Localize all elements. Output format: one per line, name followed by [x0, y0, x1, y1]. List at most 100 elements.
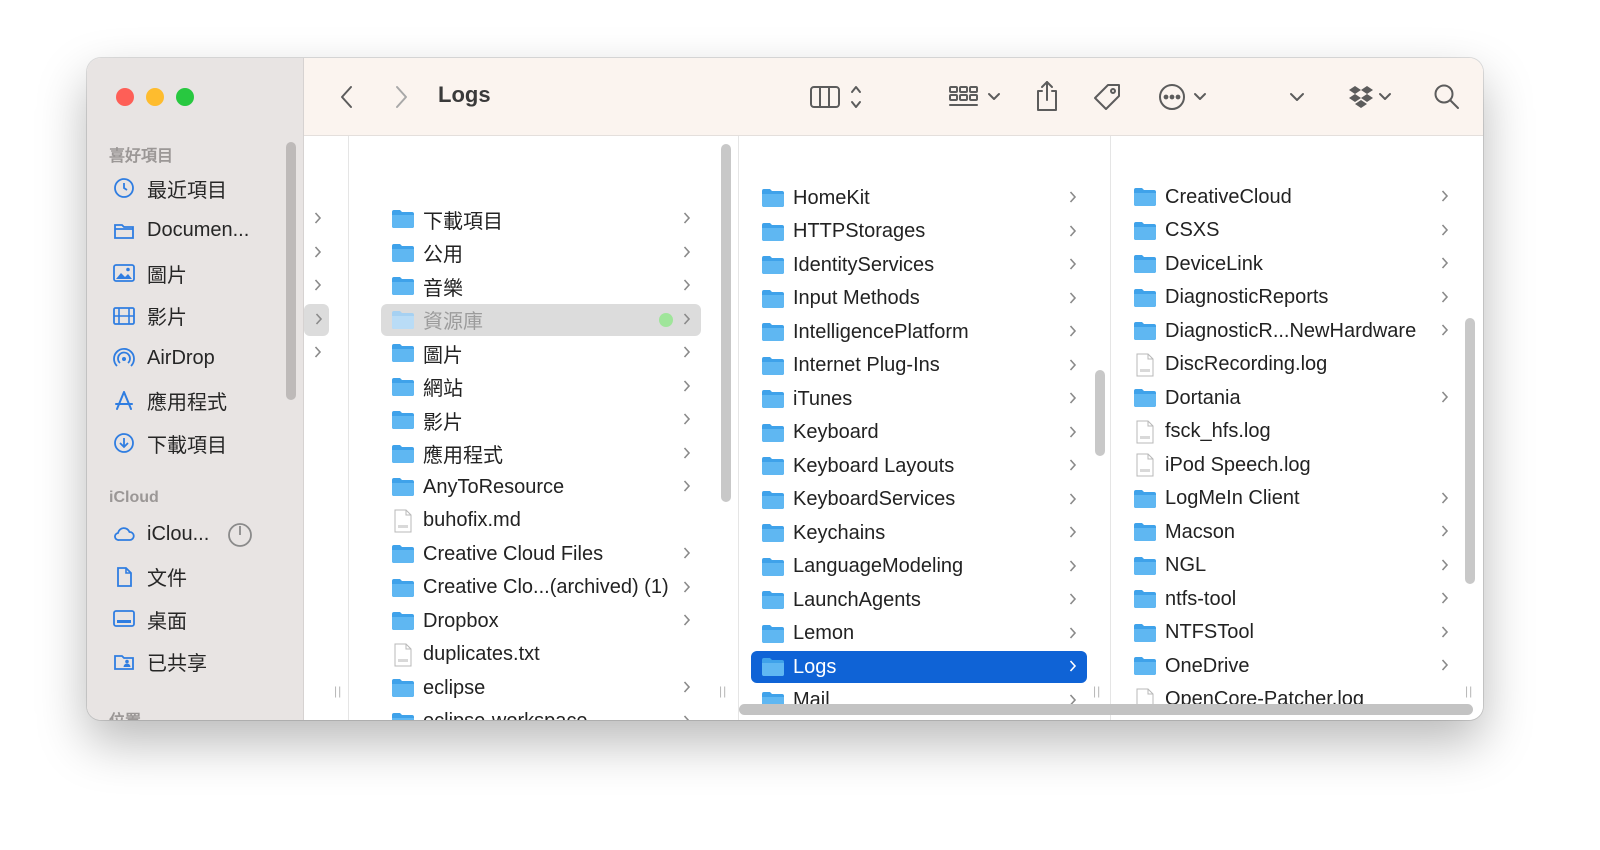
folder-row[interactable]: Keychains [751, 517, 1087, 549]
folder-icon [761, 389, 793, 409]
folder-row[interactable]: DeviceLink [1123, 248, 1459, 280]
folder-row[interactable]: IntelligencePlatform [751, 316, 1087, 348]
folder-row[interactable]: eclipse [381, 672, 701, 704]
file-icon [1133, 353, 1165, 377]
folder-row[interactable]: Creative Clo...(archived) (1) [381, 572, 701, 604]
zoom-window-button[interactable] [176, 88, 194, 106]
column-resize-handle[interactable]: || [1465, 684, 1473, 698]
folder-row[interactable]: Lemon [751, 618, 1087, 650]
folder-row[interactable]: eclipse-workspace [381, 706, 701, 720]
sidebar-favorite-item[interactable]: AirDrop [111, 341, 281, 375]
folder-row[interactable]: Keyboard Layouts [751, 450, 1087, 482]
folder-row[interactable]: HTTPStorages [751, 216, 1087, 248]
sidebar-favorite-item[interactable]: 最近項目 [111, 171, 281, 205]
file-row[interactable]: DiscRecording.log [1123, 349, 1459, 381]
share-button[interactable] [1032, 78, 1062, 114]
folder-row[interactable]: LogMeIn Client [1123, 483, 1459, 515]
parent-row[interactable] [304, 203, 328, 235]
folder-row[interactable]: DiagnosticReports [1123, 282, 1459, 314]
minimize-window-button[interactable] [146, 88, 164, 106]
column-2-scrollbar[interactable] [721, 144, 731, 502]
file-row[interactable]: fsck_hfs.log [1123, 416, 1459, 448]
dropbox-button[interactable] [1344, 80, 1400, 114]
folder-row[interactable]: 下載項目 [381, 203, 701, 235]
sidebar-favorite-item[interactable]: 應用程式 [111, 384, 281, 418]
folder-icon [761, 322, 793, 342]
horizontal-scrollbar[interactable] [739, 704, 1473, 715]
sidebar-icloud-item[interactable]: 已共享 [111, 645, 281, 679]
close-window-button[interactable] [116, 88, 134, 106]
folder-row[interactable]: Internet Plug-Ins [751, 350, 1087, 382]
folder-row[interactable]: Dropbox [381, 605, 701, 637]
search-button[interactable] [1430, 80, 1464, 114]
folder-row[interactable]: Dortania [1123, 382, 1459, 414]
folder-icon [1133, 288, 1165, 308]
back-button[interactable] [334, 82, 360, 112]
column-resize-handle[interactable]: || [1093, 684, 1101, 698]
item-label: NTFSTool [1165, 621, 1254, 643]
sidebar-icloud-item[interactable]: 桌面 [111, 602, 281, 636]
column-3-scrollbar[interactable] [1095, 370, 1105, 456]
sidebar-scrollbar[interactable] [286, 142, 296, 400]
folder-row[interactable]: KeyboardServices [751, 484, 1087, 516]
folder-row[interactable]: NTFSTool [1123, 617, 1459, 649]
action-menu-button[interactable] [1156, 80, 1220, 114]
folder-row[interactable]: 公用 [381, 237, 701, 269]
icloud-storage-icon[interactable] [227, 522, 253, 548]
folder-row[interactable]: OneDrive [1123, 650, 1459, 682]
file-row[interactable]: buhofix.md [381, 505, 701, 537]
chevron-right-icon [1441, 189, 1449, 208]
parent-row[interactable] [304, 237, 328, 269]
folder-row[interactable]: 影片 [381, 404, 701, 436]
parent-row[interactable] [304, 270, 328, 302]
column-resize-handle[interactable]: || [334, 684, 342, 698]
file-row[interactable]: iPod Speech.log [1123, 449, 1459, 481]
file-row[interactable]: parallels.log [1123, 717, 1459, 720]
item-label: NGL [1165, 554, 1207, 576]
folder-row[interactable]: 資源庫 [381, 303, 701, 336]
sidebar-favorite-item[interactable]: 影片 [111, 299, 281, 333]
folder-row[interactable]: LanguageModeling [751, 551, 1087, 583]
folder-row[interactable]: 網站 [381, 371, 701, 403]
folder-row[interactable]: CSXS [1123, 215, 1459, 247]
parent-row[interactable] [304, 337, 328, 369]
folder-row[interactable]: DiagnosticR...NewHardware [1123, 315, 1459, 347]
more-toolbar-button[interactable] [1284, 80, 1310, 114]
folder-row[interactable]: NGL [1123, 550, 1459, 582]
folder-row[interactable]: Input Methods [751, 283, 1087, 315]
forward-button[interactable] [388, 82, 414, 112]
tag-button[interactable] [1090, 80, 1124, 114]
folder-row[interactable]: Logs [751, 651, 1087, 683]
sidebar-favorite-item[interactable]: 下載項目 [111, 426, 281, 460]
column-resize-handle[interactable]: || [719, 684, 727, 698]
sidebar-favorite-item[interactable]: Documen... [111, 214, 281, 248]
sidebar-favorite-item[interactable]: 圖片 [111, 256, 281, 290]
folder-row[interactable]: Macson [1123, 516, 1459, 548]
folder-icon [1133, 556, 1165, 576]
folder-row[interactable]: IdentityServices [751, 249, 1087, 281]
chevron-right-icon [683, 714, 691, 720]
view-columns-button[interactable] [808, 80, 870, 114]
folder-row[interactable]: AnyToResource [381, 471, 701, 503]
folder-row[interactable]: 圖片 [381, 337, 701, 369]
folder-row[interactable]: 應用程式 [381, 438, 701, 470]
folder-row[interactable]: Creative Cloud Files [381, 538, 701, 570]
folder-row[interactable]: Keyboard [751, 417, 1087, 449]
folder-row[interactable]: LaunchAgents [751, 584, 1087, 616]
group-button[interactable] [946, 80, 1008, 114]
item-label: iPod Speech.log [1165, 453, 1311, 476]
folder-row[interactable]: 音樂 [381, 270, 701, 302]
folder-row[interactable]: iTunes [751, 383, 1087, 415]
column-4-scrollbar[interactable] [1465, 318, 1475, 584]
parent-row[interactable] [304, 304, 329, 336]
sidebar-icloud-item[interactable]: iClou... [111, 517, 281, 551]
sidebar-icloud-item[interactable]: 文件 [111, 560, 281, 594]
folder-row[interactable]: CreativeCloud [1123, 181, 1459, 213]
folder-row[interactable]: ntfs-tool [1123, 583, 1459, 615]
folder-row[interactable]: HomeKit [751, 182, 1087, 214]
chevron-right-icon [1441, 625, 1449, 644]
folder-row[interactable]: Maps [751, 718, 1087, 720]
item-label: LaunchAgents [793, 588, 921, 611]
chevron-right-icon [314, 345, 322, 364]
file-row[interactable]: duplicates.txt [381, 639, 701, 671]
